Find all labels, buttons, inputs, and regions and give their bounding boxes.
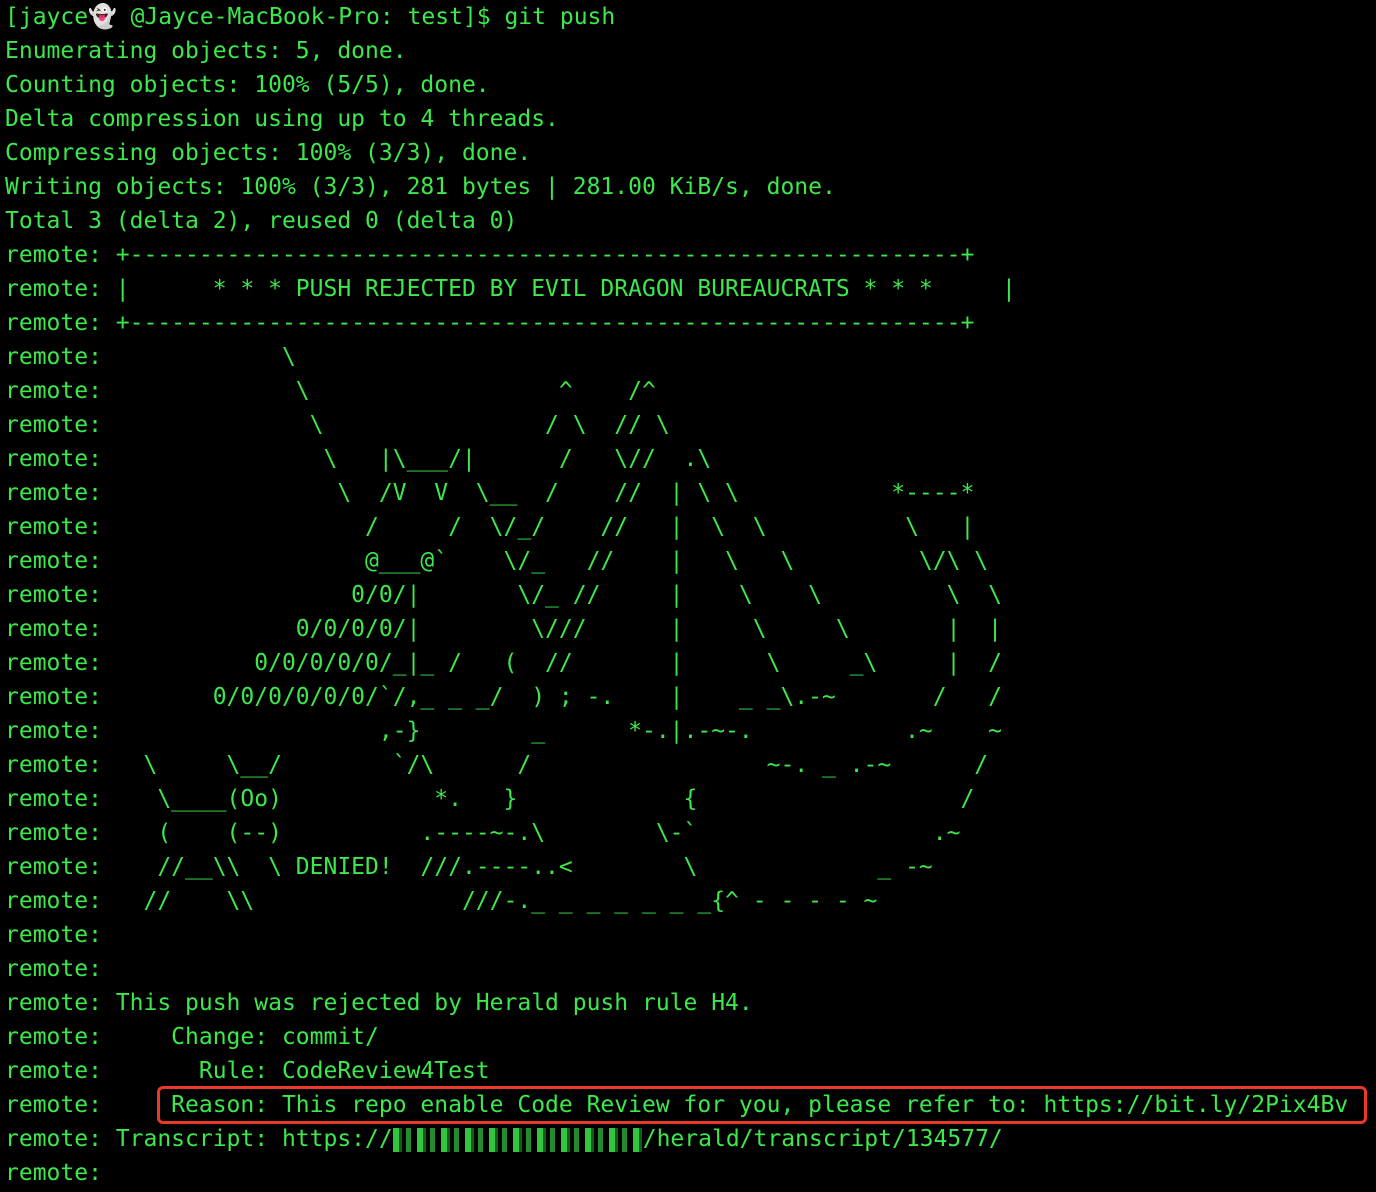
ascii-art-line: remote: \ (5, 344, 296, 370)
transcript-prefix: remote: Transcript: https:// (5, 1126, 393, 1152)
ascii-art-line: remote: @___@` \/_ // | \ \ \/\ \ (5, 548, 989, 574)
ascii-art-line: remote: 0/0/0/0/0/0/`/,_ _ _/ ) ; -. | _… (5, 684, 1002, 710)
ascii-art-line: remote: \ ^ /^ (5, 378, 656, 404)
ascii-art-line: remote: ,-} _ *-.|.-~-. .~ ~ (5, 718, 1002, 744)
output-line: remote: (5, 1160, 102, 1186)
ascii-art-line: remote: 0/0/0/0/| \/// | \ \ | | (5, 616, 1002, 642)
rule-line: remote: Rule: CodeReview4Test (5, 1058, 490, 1084)
ascii-art-line: remote: ( (--) .----~-.\ \-` .~ (5, 820, 961, 846)
ascii-art-line: remote: // \\ ///-._ _ _ _ _ _ _{^ - - -… (5, 888, 878, 914)
redacted-host (392, 1127, 643, 1152)
banner-border-line: remote: +-------------------------------… (5, 310, 975, 336)
banner-border-line: remote: +-------------------------------… (5, 242, 975, 268)
output-line: Delta compression using up to 4 threads. (5, 106, 559, 132)
transcript-path: /herald/transcript/134577/ (642, 1126, 1003, 1152)
ascii-art-line: remote: \ / \ // \ (5, 412, 670, 438)
ascii-art-line: remote: 0/0/| \/_ // | \ \ \ \ (5, 582, 1002, 608)
ascii-art-line: remote: \____(Oo) *. } { / (5, 786, 975, 812)
change-line: remote: Change: commit/ (5, 1024, 379, 1050)
output-line: Total 3 (delta 2), reused 0 (delta 0) (5, 208, 518, 234)
ascii-art-line: remote: / / \/_/ // | \ \ \ | (5, 514, 975, 540)
ghost-icon: 👻 (88, 4, 117, 30)
output-line: Enumerating objects: 5, done. (5, 38, 407, 64)
prompt-user: [jayce (5, 4, 89, 30)
terminal-window[interactable]: [jayce👻 @Jayce-MacBook-Pro: test]$ git p… (5, 0, 1376, 1192)
output-line: remote: (5, 956, 102, 982)
ascii-art-line: remote: //__\\ \ DENIED! ///.----..< \ _… (5, 854, 933, 880)
output-line: remote: (5, 922, 102, 948)
prompt-command: @Jayce-MacBook-Pro: test]$ git push (116, 4, 616, 30)
banner-title-line: remote: | * * * PUSH REJECTED BY EVIL DR… (5, 276, 1016, 302)
output-line: Counting objects: 100% (5/5), done. (5, 72, 490, 98)
transcript-line: remote: Transcript: https:// /herald/tran… (5, 1122, 1376, 1156)
reason-highlight-box (157, 1086, 1367, 1124)
output-line: Writing objects: 100% (3/3), 281 bytes |… (5, 174, 836, 200)
ascii-art-line: remote: \ /V V \__ / // | \ \ *----* (5, 480, 975, 506)
ascii-art-line: remote: \ |\___/| / \// .\ (5, 446, 712, 472)
shell-prompt-line: [jayce👻 @Jayce-MacBook-Pro: test]$ git p… (5, 0, 1376, 34)
output-line: Compressing objects: 100% (3/3), done. (5, 140, 532, 166)
ascii-art-line: remote: 0/0/0/0/0/_|_ / ( // | \ _\ | / (5, 650, 1002, 676)
rejection-message-line: remote: This push was rejected by Herald… (5, 990, 753, 1016)
ascii-art-line: remote: \ \__/ `/\ / ~-. _ .-~ / (5, 752, 989, 778)
